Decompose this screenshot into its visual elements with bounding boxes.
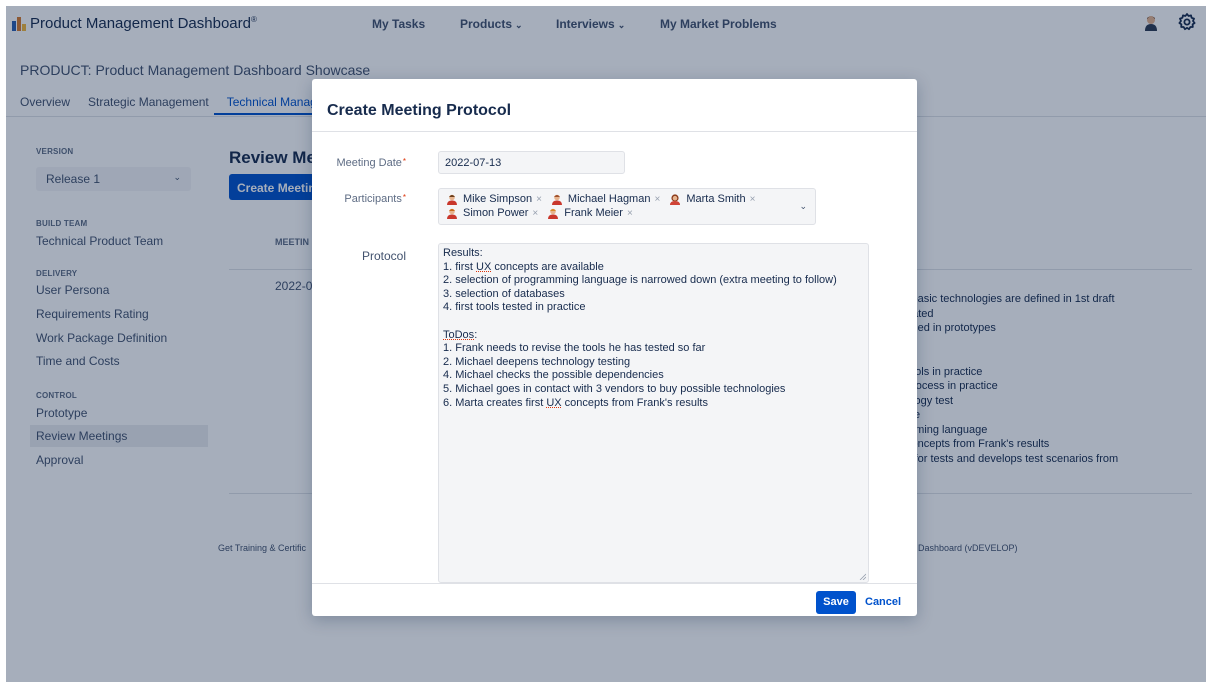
save-button[interactable]: Save [816,591,856,614]
protocol-line: 6. Marta creates first UX concepts from … [443,396,708,409]
protocol-line: 4. first tools tested in practice [443,301,586,314]
user-avatar-icon [447,208,457,219]
protocol-line: 2. selection of programming language is … [443,274,837,287]
protocol-line: 4. Michael checks the possible dependenc… [443,369,664,382]
participant-chip: Marta Smith × [666,192,755,206]
chevron-down-icon[interactable]: ⌄ [799,201,807,212]
close-icon[interactable]: × [750,194,756,205]
protocol-line: 5. Michael goes in contact with 3 vendor… [443,382,786,395]
protocol-line: 2. Michael deepens technology testing [443,355,631,368]
protocol-line [443,315,864,329]
dialog-title: Create Meeting Protocol [327,102,512,119]
create-meeting-protocol-dialog: Create Meeting Protocol Meeting Date* Pa… [312,79,917,616]
dialog-footer-divider [312,583,917,584]
user-avatar-icon [447,194,457,205]
close-icon[interactable]: × [627,208,633,219]
participant-chip: Mike Simpson × [443,192,542,206]
cancel-button[interactable]: Cancel [865,591,901,614]
protocol-line: ToDos: [443,328,478,341]
participants-label: Participants* [344,193,406,205]
protocol-line: 1. Frank needs to revise the tools he ha… [443,342,706,355]
resize-handle-icon[interactable] [859,573,866,580]
participant-chip: Michael Hagman × [548,192,660,206]
protocol-line: Results: [443,247,483,259]
user-avatar-icon [551,194,562,205]
meeting-date-input[interactable] [438,151,625,174]
participant-chip: Frank Meier × [544,206,633,220]
protocol-label: Protocol [361,249,406,263]
dialog-header-divider [312,131,917,132]
user-avatar-icon [670,193,681,205]
protocol-line: 1. first UX concepts are available [443,260,604,273]
close-icon[interactable]: × [532,208,538,219]
protocol-line: 3. selection of databases [443,287,565,300]
user-avatar-icon [548,208,559,219]
participants-multiselect[interactable]: Mike Simpson × Michael Hagman × Marta Smit… [438,188,816,225]
close-icon[interactable]: × [654,194,660,205]
protocol-textarea[interactable]: Results: 1. first UX concepts are availa… [438,243,869,583]
app-frame: Product Management Dashboard® My Tasks P… [6,6,1206,682]
participant-chip: Simon Power × [443,206,538,220]
meeting-date-label: Meeting Date* [336,157,406,169]
close-icon[interactable]: × [536,194,542,205]
